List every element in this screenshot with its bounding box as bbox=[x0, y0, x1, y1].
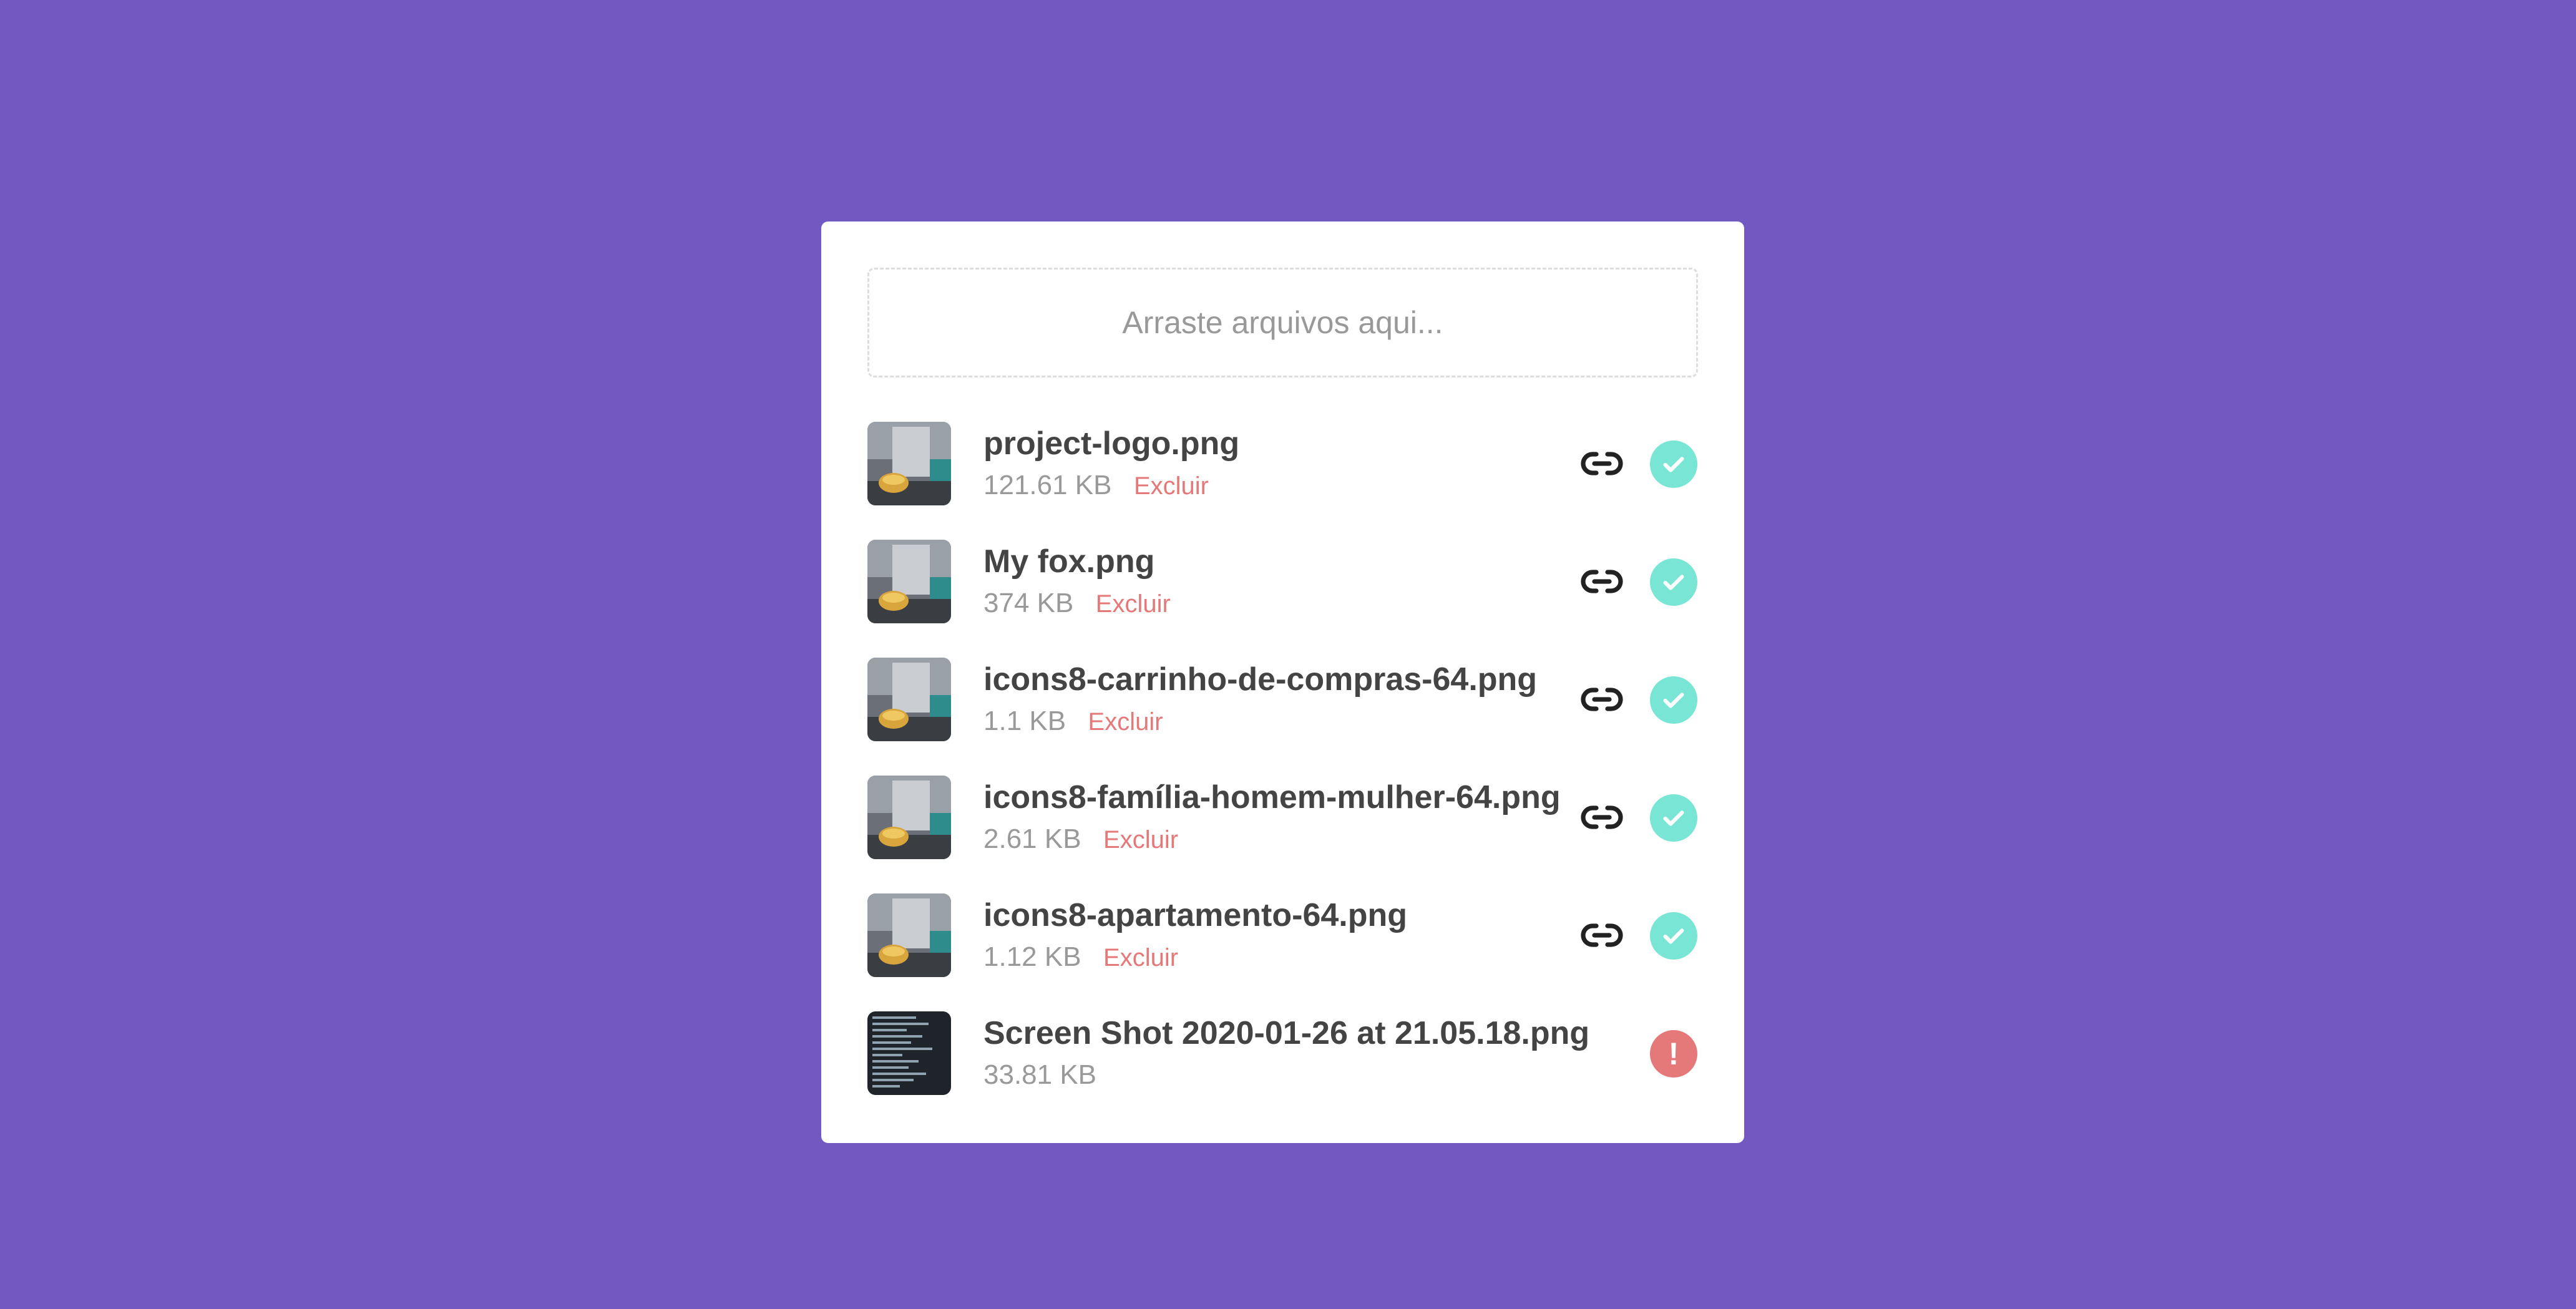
file-name: My fox.png bbox=[983, 543, 1155, 580]
check-circle-icon bbox=[1650, 558, 1697, 606]
upload-panel: Arraste arquivos aqui... project-logo.pn… bbox=[821, 221, 1744, 1143]
dropzone-text: Arraste arquivos aqui... bbox=[1122, 305, 1443, 340]
file-list: project-logo.png 121.61 KB Excluir My fo… bbox=[867, 422, 1698, 1095]
file-size: 1.12 KB bbox=[983, 942, 1081, 972]
file-name: Screen Shot 2020-01-26 at 21.05.18.png bbox=[983, 1015, 1590, 1051]
file-thumbnail bbox=[867, 776, 951, 859]
file-item: icons8-apartamento-64.png 1.12 KB Exclui… bbox=[867, 893, 1698, 977]
file-dropzone[interactable]: Arraste arquivos aqui... bbox=[867, 268, 1698, 377]
delete-button[interactable]: Excluir bbox=[1088, 708, 1163, 736]
file-item: icons8-família-homem-mulher-64.png 2.61 … bbox=[867, 776, 1698, 859]
link-icon[interactable] bbox=[1578, 559, 1626, 604]
file-item: project-logo.png 121.61 KB Excluir bbox=[867, 422, 1698, 505]
file-info: My fox.png 374 KB Excluir bbox=[983, 540, 1608, 625]
file-size: 33.81 KB bbox=[983, 1059, 1097, 1090]
file-name: icons8-família-homem-mulher-64.png bbox=[983, 779, 1561, 815]
file-meta: 121.61 KB Excluir bbox=[983, 470, 1608, 507]
file-name: icons8-apartamento-64.png bbox=[983, 897, 1408, 933]
file-meta: 33.81 KB bbox=[983, 1059, 1608, 1097]
file-item: My fox.png 374 KB Excluir bbox=[867, 540, 1698, 623]
check-circle-icon bbox=[1650, 912, 1697, 960]
check-circle-icon bbox=[1650, 440, 1697, 488]
file-thumbnail bbox=[867, 1011, 951, 1095]
file-item: icons8-carrinho-de-compras-64.png 1.1 KB… bbox=[867, 658, 1698, 741]
error-circle-icon: ! bbox=[1650, 1030, 1697, 1078]
file-info: project-logo.png 121.61 KB Excluir bbox=[983, 422, 1608, 507]
file-meta: 1.12 KB Excluir bbox=[983, 942, 1608, 979]
delete-button[interactable]: Excluir bbox=[1103, 944, 1178, 971]
file-meta: 374 KB Excluir bbox=[983, 588, 1608, 625]
delete-button[interactable]: Excluir bbox=[1096, 590, 1171, 618]
file-info: icons8-apartamento-64.png 1.12 KB Exclui… bbox=[983, 893, 1608, 979]
file-thumbnail bbox=[867, 893, 951, 977]
file-thumbnail bbox=[867, 540, 951, 623]
check-circle-icon bbox=[1650, 676, 1697, 724]
file-size: 2.61 KB bbox=[983, 824, 1081, 854]
file-size: 121.61 KB bbox=[983, 470, 1112, 500]
link-icon[interactable] bbox=[1578, 677, 1626, 722]
file-info: Screen Shot 2020-01-26 at 21.05.18.png 3… bbox=[983, 1011, 1608, 1097]
file-name: icons8-carrinho-de-compras-64.png bbox=[983, 661, 1538, 698]
file-name: project-logo.png bbox=[983, 426, 1240, 462]
file-thumbnail bbox=[867, 658, 951, 741]
file-meta: 2.61 KB Excluir bbox=[983, 824, 1608, 861]
file-thumbnail bbox=[867, 422, 951, 505]
file-info: icons8-família-homem-mulher-64.png 2.61 … bbox=[983, 776, 1608, 861]
link-icon[interactable] bbox=[1578, 441, 1626, 486]
delete-button[interactable]: Excluir bbox=[1103, 826, 1178, 854]
file-size: 1.1 KB bbox=[983, 706, 1066, 736]
file-item: Screen Shot 2020-01-26 at 21.05.18.png 3… bbox=[867, 1011, 1698, 1095]
delete-button[interactable]: Excluir bbox=[1134, 472, 1209, 500]
file-meta: 1.1 KB Excluir bbox=[983, 706, 1608, 743]
file-size: 374 KB bbox=[983, 588, 1074, 618]
link-icon[interactable] bbox=[1578, 913, 1626, 958]
check-circle-icon bbox=[1650, 794, 1697, 842]
link-icon[interactable] bbox=[1578, 795, 1626, 840]
file-info: icons8-carrinho-de-compras-64.png 1.1 KB… bbox=[983, 658, 1608, 743]
